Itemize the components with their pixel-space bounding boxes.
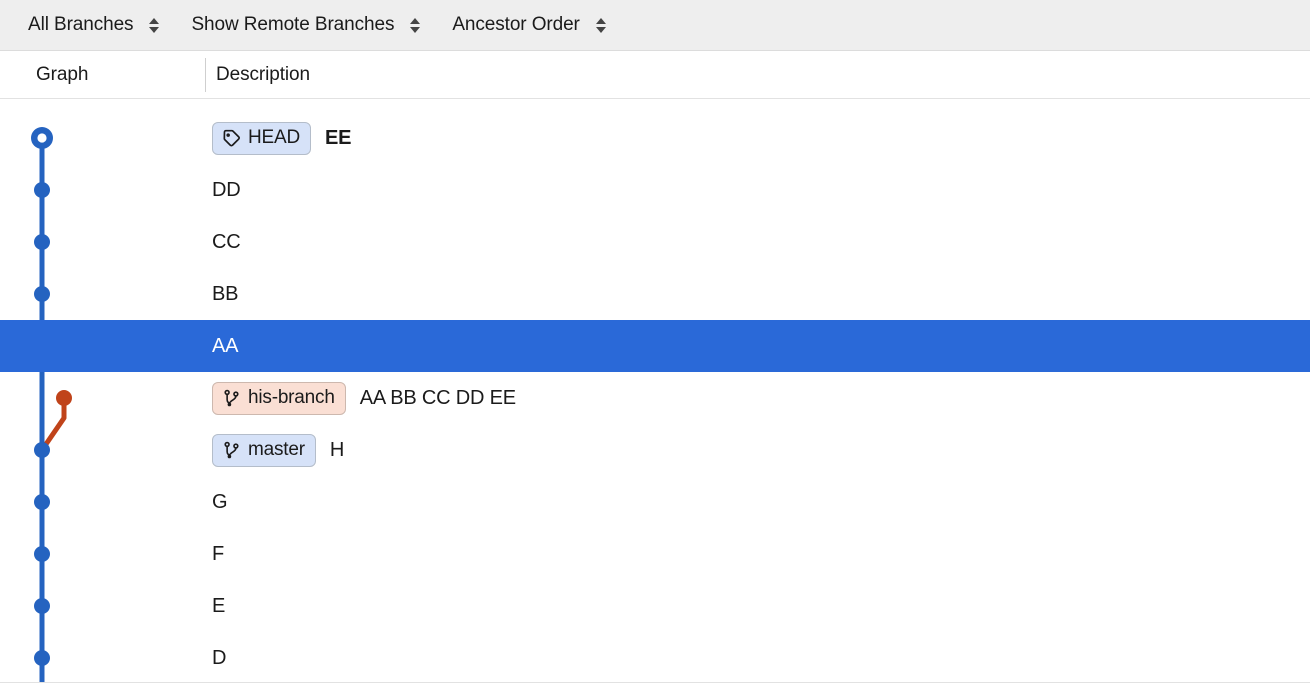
- commit-description: master H: [212, 424, 344, 476]
- ref-badge-label: his-branch: [248, 387, 335, 408]
- commit-message: AA: [212, 334, 239, 357]
- commit-message: DD: [212, 178, 241, 201]
- commit-message: EE: [325, 126, 352, 149]
- commit-message: F: [212, 542, 225, 565]
- branch-filter-label: All Branches: [28, 14, 134, 35]
- commit-description: CC: [212, 216, 241, 268]
- filter-toolbar: All Branches Show Remote Branches Ancest…: [0, 0, 1310, 51]
- ref-badge-master[interactable]: master: [212, 433, 316, 467]
- commit-row[interactable]: CC: [0, 216, 1310, 268]
- commit-row[interactable]: HEAD EE: [0, 112, 1310, 164]
- commit-description: BB: [212, 268, 238, 320]
- order-popup[interactable]: Ancestor Order: [452, 8, 637, 42]
- commit-list: HEAD EE DD CC BB AA his-branch AA BB CC DD EE ma…: [0, 99, 1310, 682]
- ref-badge-label: HEAD: [248, 127, 300, 148]
- list-bottom-divider: [0, 682, 1310, 683]
- stepper-updown-icon[interactable]: [408, 12, 422, 38]
- stepper-updown-icon[interactable]: [147, 12, 161, 38]
- commit-row[interactable]: D: [0, 632, 1310, 684]
- commit-message: BB: [212, 282, 239, 305]
- commit-message: G: [212, 490, 228, 513]
- commit-row[interactable]: his-branch AA BB CC DD EE: [0, 372, 1310, 424]
- git-branch-icon: [224, 389, 239, 406]
- column-divider[interactable]: [205, 58, 206, 92]
- commit-row[interactable]: E: [0, 580, 1310, 632]
- ref-badge-his-branch[interactable]: his-branch: [212, 381, 346, 415]
- commit-message: E: [212, 594, 226, 617]
- commit-graph-window: All Branches Show Remote Branches Ancest…: [0, 0, 1310, 688]
- commit-row[interactable]: F: [0, 528, 1310, 580]
- commit-message: CC: [212, 230, 241, 253]
- tag-icon: [223, 129, 240, 147]
- commit-description: DD: [212, 164, 241, 216]
- commit-description: D: [212, 632, 226, 684]
- commit-description: his-branch AA BB CC DD EE: [212, 372, 516, 424]
- commit-row[interactable]: AA: [0, 320, 1310, 372]
- order-label: Ancestor Order: [452, 14, 580, 35]
- ref-badge-label: master: [248, 439, 305, 460]
- commit-row[interactable]: G: [0, 476, 1310, 528]
- git-branch-icon: [224, 441, 239, 458]
- commit-description: G: [212, 476, 228, 528]
- commit-description: E: [212, 580, 225, 632]
- commit-description: F: [212, 528, 224, 580]
- commit-message: D: [212, 646, 227, 669]
- stepper-updown-icon[interactable]: [594, 12, 608, 38]
- commit-row[interactable]: master H: [0, 424, 1310, 476]
- commit-message: AA BB CC DD EE: [359, 386, 516, 409]
- commit-description: AA: [212, 320, 238, 372]
- branch-filter-popup[interactable]: All Branches: [28, 8, 191, 42]
- column-header-bar: Graph Description: [0, 51, 1310, 99]
- commit-row[interactable]: BB: [0, 268, 1310, 320]
- remote-branches-popup[interactable]: Show Remote Branches: [191, 8, 452, 42]
- commit-row[interactable]: DD: [0, 164, 1310, 216]
- column-header-description[interactable]: Description: [216, 51, 310, 98]
- column-header-graph[interactable]: Graph: [36, 51, 241, 98]
- commit-description: HEAD EE: [212, 112, 351, 164]
- commit-message: H: [329, 438, 345, 461]
- remote-branches-label: Show Remote Branches: [191, 14, 395, 35]
- ref-badge-head[interactable]: HEAD: [212, 121, 311, 155]
